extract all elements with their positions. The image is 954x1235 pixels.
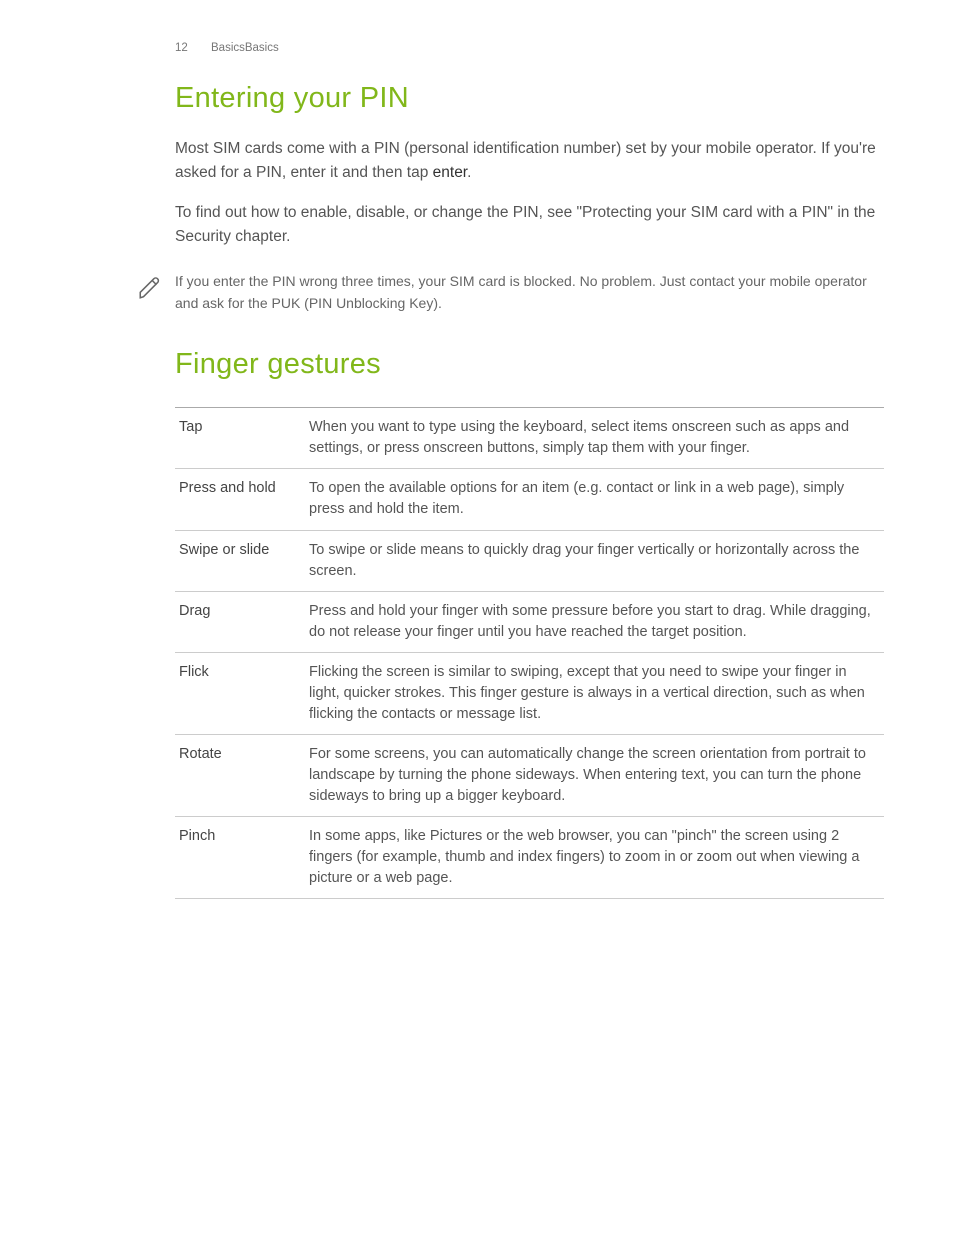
- note-block: If you enter the PIN wrong three times, …: [175, 271, 884, 314]
- gesture-term: Press and hold: [175, 469, 305, 530]
- gesture-term: Tap: [175, 408, 305, 469]
- page-number: 12: [175, 42, 188, 54]
- gesture-description: Press and hold your finger with some pre…: [305, 591, 884, 652]
- table-row: PinchIn some apps, like Pictures or the …: [175, 816, 884, 898]
- gesture-description: Flicking the screen is similar to swipin…: [305, 652, 884, 734]
- gesture-description: In some apps, like Pictures or the web b…: [305, 816, 884, 898]
- gesture-description: When you want to type using the keyboard…: [305, 408, 884, 469]
- table-row: TapWhen you want to type using the keybo…: [175, 408, 884, 469]
- gesture-term: Pinch: [175, 816, 305, 898]
- heading-entering-pin: Entering your PIN: [175, 82, 884, 115]
- page-header: 12 BasicsBasics: [175, 42, 884, 54]
- gesture-description: To open the available options for an ite…: [305, 469, 884, 530]
- gestures-table: TapWhen you want to type using the keybo…: [175, 407, 884, 898]
- table-row: FlickFlicking the screen is similar to s…: [175, 652, 884, 734]
- gesture-description: For some screens, you can automatically …: [305, 734, 884, 816]
- gesture-term: Rotate: [175, 734, 305, 816]
- table-row: RotateFor some screens, you can automati…: [175, 734, 884, 816]
- gesture-term: Drag: [175, 591, 305, 652]
- text-strong: enter: [433, 164, 467, 181]
- pencil-icon: [137, 275, 165, 303]
- page-content: 12 BasicsBasics Entering your PIN Most S…: [0, 0, 954, 899]
- gesture-term: Flick: [175, 652, 305, 734]
- heading-finger-gestures: Finger gestures: [175, 348, 884, 381]
- gesture-term: Swipe or slide: [175, 530, 305, 591]
- text-run: Most SIM cards come with a PIN (personal…: [175, 140, 876, 181]
- text-run: .: [467, 164, 471, 181]
- table-row: DragPress and hold your finger with some…: [175, 591, 884, 652]
- table-row: Swipe or slideTo swipe or slide means to…: [175, 530, 884, 591]
- body-paragraph: Most SIM cards come with a PIN (personal…: [175, 137, 884, 185]
- gesture-description: To swipe or slide means to quickly drag …: [305, 530, 884, 591]
- table-row: Press and holdTo open the available opti…: [175, 469, 884, 530]
- body-paragraph: To find out how to enable, disable, or c…: [175, 201, 884, 249]
- breadcrumb: BasicsBasics: [211, 42, 279, 54]
- note-text: If you enter the PIN wrong three times, …: [175, 271, 884, 314]
